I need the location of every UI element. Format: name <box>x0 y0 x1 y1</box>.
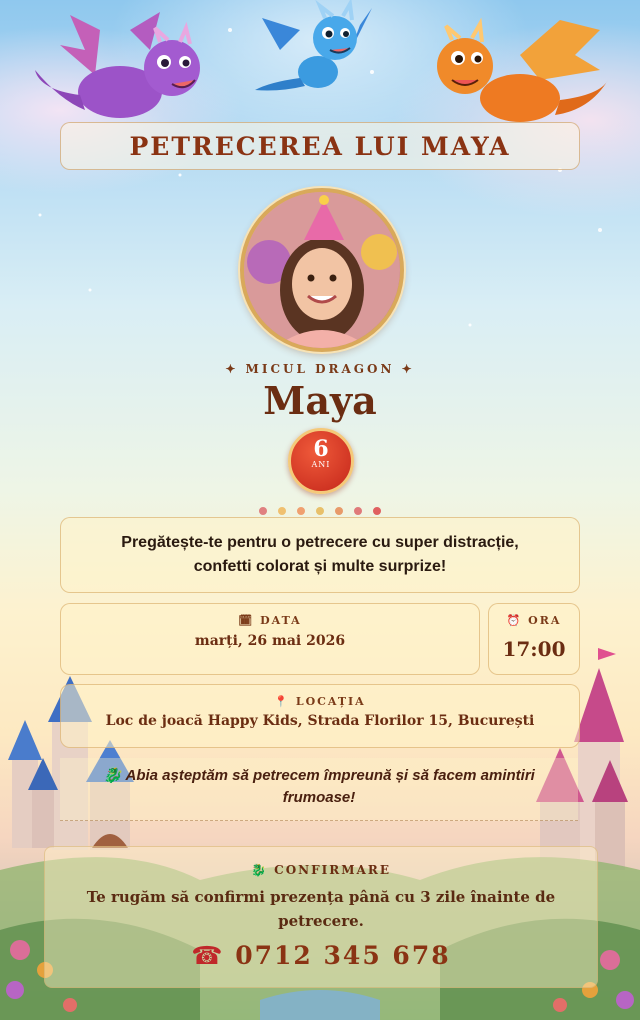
dot <box>277 507 286 515</box>
orange-dragon-icon <box>437 17 608 122</box>
rsvp-label: CONFIRMARE <box>274 863 391 877</box>
date-card: 🗓 DATA marți, 26 mai 2026 <box>60 603 480 675</box>
dragon-icon: 🐉 <box>103 766 122 784</box>
celebrant-subtitle: ✦ MICUL DRAGON ✦ <box>225 362 415 376</box>
wish-message: 🐉 Abia așteptăm să petrecem împreună și … <box>60 758 578 821</box>
message-line-1: Pregătește-te pentru o petrecere cu supe… <box>121 534 519 551</box>
date-label: DATA <box>260 614 302 627</box>
phone-link[interactable]: ☎ 0712 345 678 <box>45 941 597 970</box>
dot <box>258 507 267 515</box>
age-unit: ANI <box>311 460 331 469</box>
time-label: ORA <box>528 614 562 627</box>
dragon-icon: 🐉 <box>251 863 268 877</box>
dot <box>316 507 324 515</box>
location-value: Loc de joacă Happy Kids, Strada Florilor… <box>105 713 535 729</box>
child-portrait-icon <box>244 192 400 348</box>
calendar-icon: 🗓 <box>238 614 255 627</box>
blue-dragon-icon <box>255 0 372 91</box>
alarm-clock-icon: ⏰ <box>506 614 523 627</box>
child-photo <box>240 188 404 352</box>
telephone-icon: ☎ <box>191 941 225 970</box>
location-label: LOCAȚIA <box>295 695 366 708</box>
dot <box>296 507 305 515</box>
age-number: 6 <box>313 436 329 462</box>
purple-dragon-icon <box>35 12 200 118</box>
invitation-message: Pregătește-te pentru o petrecere cu supe… <box>60 517 580 593</box>
title-banner: PETRECEREA LUI MAYA <box>60 122 580 170</box>
wish-line-1: Abia așteptăm să petrecem împreună și să… <box>125 767 535 784</box>
phone-number[interactable]: 0712 345 678 <box>235 941 450 970</box>
time-card: ⏰ ORA 17:00 <box>488 603 580 675</box>
wish-line-2: frumoase! <box>282 789 356 806</box>
dot <box>335 507 344 515</box>
rsvp-text: Te rugăm să confirmi prezența până cu 3 … <box>86 888 556 930</box>
time-value: 17:00 <box>502 637 566 661</box>
location-card: 📍 LOCAȚIA Loc de joacă Happy Kids, Strad… <box>60 684 580 748</box>
message-line-2: confetti colorat și multe surprize! <box>193 558 447 575</box>
rsvp-panel: 🐉 CONFIRMARE Te rugăm să confirmi prezen… <box>44 846 598 988</box>
page-title: PETRECEREA LUI MAYA <box>129 131 511 161</box>
date-value: marți, 26 mai 2026 <box>194 633 346 649</box>
celebrant-name: Maya <box>263 378 377 423</box>
age-badge: 6 ANI <box>288 428 354 494</box>
dot <box>373 507 382 515</box>
dot <box>354 507 363 515</box>
pin-icon: 📍 <box>274 695 290 708</box>
